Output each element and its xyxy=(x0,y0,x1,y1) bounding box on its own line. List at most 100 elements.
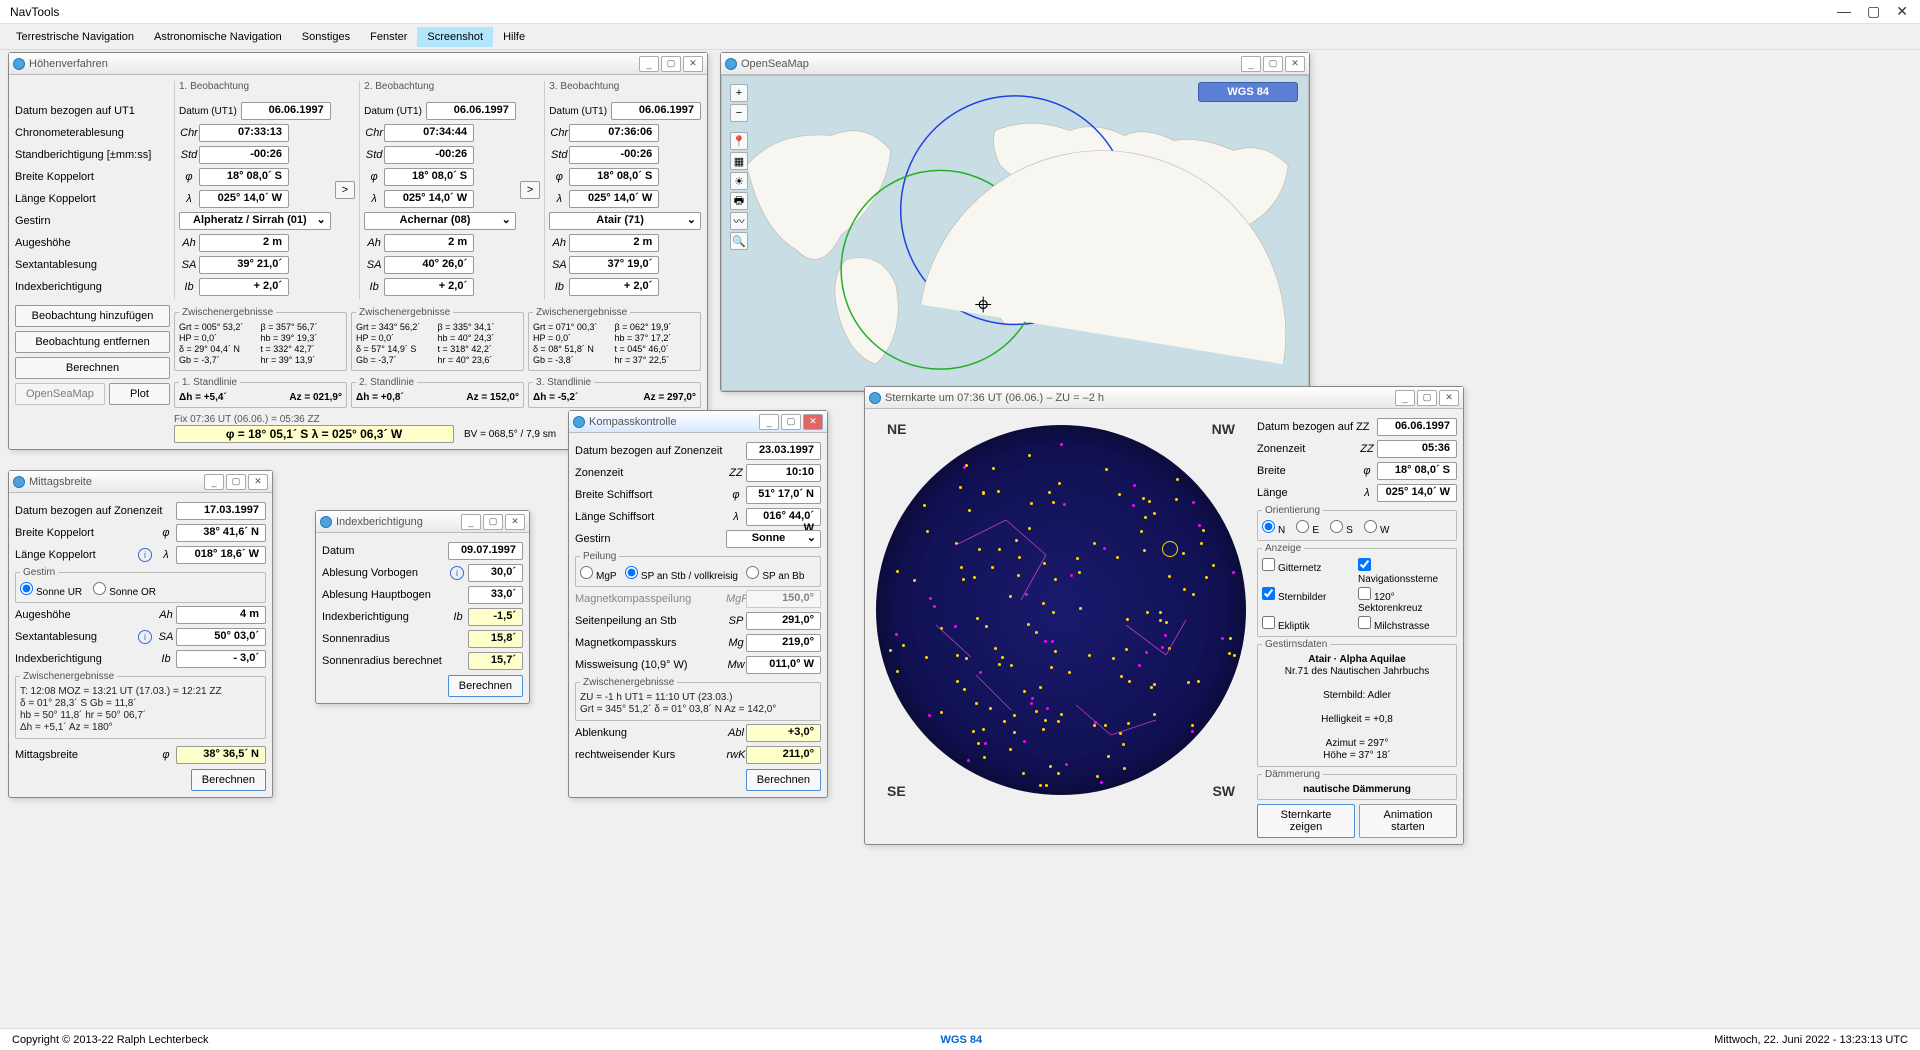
remove-observation-button[interactable]: Beobachtung entfernen xyxy=(15,331,170,353)
laenge-input[interactable]: 025° 14,0´ W xyxy=(1377,484,1457,502)
orient-n[interactable]: N xyxy=(1262,525,1285,536)
date-input[interactable]: 06.06.1997 xyxy=(426,102,516,120)
lambda-input[interactable]: 025° 14,0´ W xyxy=(569,190,659,208)
calculate-button[interactable]: Berechnen xyxy=(746,769,821,791)
info-icon[interactable]: i xyxy=(138,548,152,562)
date-input[interactable]: 06.06.1997 xyxy=(1377,418,1457,436)
date-input[interactable]: 09.07.1997 xyxy=(448,542,523,560)
min-icon[interactable]: _ xyxy=(1241,56,1261,72)
phi-input[interactable]: 18° 08,0´ S xyxy=(384,168,474,186)
chk-navsterne[interactable]: Navigationssterne xyxy=(1358,558,1452,585)
breite-input[interactable]: 18° 08,0´ S xyxy=(1377,462,1457,480)
max-icon[interactable]: ▢ xyxy=(781,414,801,430)
haupt-input[interactable]: 33,0´ xyxy=(468,586,523,604)
star-select[interactable]: Alpheratz / Sirrah (01) xyxy=(179,212,331,230)
std-input[interactable]: -00:26 xyxy=(569,146,659,164)
breite-input[interactable]: 51° 17,0´ N xyxy=(746,486,821,504)
copy-right-button[interactable]: > xyxy=(335,181,355,199)
sonne-or-radio[interactable]: Sonne OR xyxy=(93,587,156,598)
calculate-button[interactable]: Berechnen xyxy=(191,769,266,791)
chr-input[interactable]: 07:34:44 xyxy=(384,124,474,142)
calculate-button[interactable]: Berechnen xyxy=(448,675,523,697)
vor-input[interactable]: 30,0´ xyxy=(468,564,523,582)
phi-input[interactable]: 18° 08,0´ S xyxy=(569,168,659,186)
breite-input[interactable]: 38° 41,6´ N xyxy=(176,524,266,542)
menu-fenster[interactable]: Fenster xyxy=(360,27,417,47)
mgk-input[interactable]: 219,0° xyxy=(746,634,821,652)
show-starmap-button[interactable]: Sternkarte zeigen xyxy=(1257,804,1355,838)
plot-button[interactable]: Plot xyxy=(109,383,170,405)
date-input[interactable]: 06.06.1997 xyxy=(241,102,331,120)
gestirn-select[interactable]: Sonne xyxy=(726,530,821,548)
min-icon[interactable]: _ xyxy=(461,514,481,530)
ah-input[interactable]: 2 m xyxy=(569,234,659,252)
chk-sternbilder[interactable]: Sternbilder xyxy=(1262,587,1356,614)
close-icon[interactable]: ✕ xyxy=(803,414,823,430)
date-input[interactable]: 23.03.1997 xyxy=(746,442,821,460)
std-input[interactable]: -00:26 xyxy=(384,146,474,164)
phi-input[interactable]: 18° 08,0´ S xyxy=(199,168,289,186)
close-icon[interactable]: ✕ xyxy=(683,56,703,72)
min-icon[interactable]: _ xyxy=(1395,390,1415,406)
ah-input[interactable]: 2 m xyxy=(384,234,474,252)
star-select[interactable]: Achernar (08) xyxy=(364,212,516,230)
sp-bb-radio[interactable]: SP an Bb xyxy=(746,571,804,582)
chart-icon[interactable]: 〰 xyxy=(730,212,748,230)
zz-input[interactable]: 10:10 xyxy=(746,464,821,482)
start-animation-button[interactable]: Animation starten xyxy=(1359,804,1457,838)
star-select[interactable]: Atair (71) xyxy=(549,212,701,230)
menu-screenshot[interactable]: Screenshot xyxy=(417,27,493,47)
chr-input[interactable]: 07:33:13 xyxy=(199,124,289,142)
sun-icon[interactable]: ☀ xyxy=(730,172,748,190)
ib-input[interactable]: + 2,0´ xyxy=(569,278,659,296)
close-icon[interactable]: ✕ xyxy=(248,474,268,490)
max-icon[interactable]: ▢ xyxy=(483,514,503,530)
mgp-radio[interactable]: MgP xyxy=(580,571,617,582)
info-icon[interactable]: i xyxy=(450,566,464,580)
ib-input[interactable]: - 3,0´ xyxy=(176,650,266,668)
ah-input[interactable]: 4 m xyxy=(176,606,266,624)
orient-e[interactable]: E xyxy=(1296,525,1319,536)
sa-input[interactable]: 40° 26,0´ xyxy=(384,256,474,274)
lambda-input[interactable]: 025° 14,0´ W xyxy=(199,190,289,208)
sp-input[interactable]: 291,0° xyxy=(746,612,821,630)
world-map[interactable] xyxy=(722,76,1308,390)
sa-input[interactable]: 39° 21,0´ xyxy=(199,256,289,274)
chr-input[interactable]: 07:36:06 xyxy=(569,124,659,142)
info-icon[interactable]: i xyxy=(138,630,152,644)
max-icon[interactable]: ▢ xyxy=(226,474,246,490)
menu-sonstiges[interactable]: Sonstiges xyxy=(292,27,360,47)
orient-s[interactable]: S xyxy=(1330,525,1353,536)
minimize-icon[interactable]: — xyxy=(1837,3,1851,20)
sonne-ur-radio[interactable]: Sonne UR xyxy=(20,587,82,598)
sp-stb-radio[interactable]: SP an Stb / vollkreisig xyxy=(625,571,738,582)
chk-sektorenkreuz[interactable]: 120° Sektorenkreuz xyxy=(1358,587,1452,614)
zoom-in-icon[interactable]: + xyxy=(730,84,748,102)
menu-hilfe[interactable]: Hilfe xyxy=(493,27,535,47)
min-icon[interactable]: _ xyxy=(759,414,779,430)
sa-input[interactable]: 50° 03,0´ xyxy=(176,628,266,646)
openseamap-button[interactable]: OpenSeaMap xyxy=(15,383,105,405)
date-input[interactable]: 06.06.1997 xyxy=(611,102,701,120)
close-icon[interactable]: ✕ xyxy=(1896,3,1908,20)
print-icon[interactable]: 🖶 xyxy=(730,192,748,210)
maximize-icon[interactable]: ▢ xyxy=(1867,3,1880,20)
chk-ekliptik[interactable]: Ekliptik xyxy=(1262,616,1356,632)
lambda-input[interactable]: 025° 14,0´ W xyxy=(384,190,474,208)
min-icon[interactable]: _ xyxy=(639,56,659,72)
ib-input[interactable]: + 2,0´ xyxy=(199,278,289,296)
copy-right-button[interactable]: > xyxy=(520,181,540,199)
sky-chart[interactable]: NE NW SE SW xyxy=(871,415,1251,805)
orient-w[interactable]: W xyxy=(1364,525,1389,536)
menu-terrestrische[interactable]: Terrestrische Navigation xyxy=(6,27,144,47)
close-icon[interactable]: ✕ xyxy=(505,514,525,530)
ib-input[interactable]: + 2,0´ xyxy=(384,278,474,296)
layers-icon[interactable]: ▦ xyxy=(730,152,748,170)
add-observation-button[interactable]: Beobachtung hinzufügen xyxy=(15,305,170,327)
menu-astronomische[interactable]: Astronomische Navigation xyxy=(144,27,292,47)
ah-input[interactable]: 2 m xyxy=(199,234,289,252)
calculate-button[interactable]: Berechnen xyxy=(15,357,170,379)
date-input[interactable]: 17.03.1997 xyxy=(176,502,266,520)
zoom-out-icon[interactable]: − xyxy=(730,104,748,122)
search-icon[interactable]: 🔍 xyxy=(730,232,748,250)
